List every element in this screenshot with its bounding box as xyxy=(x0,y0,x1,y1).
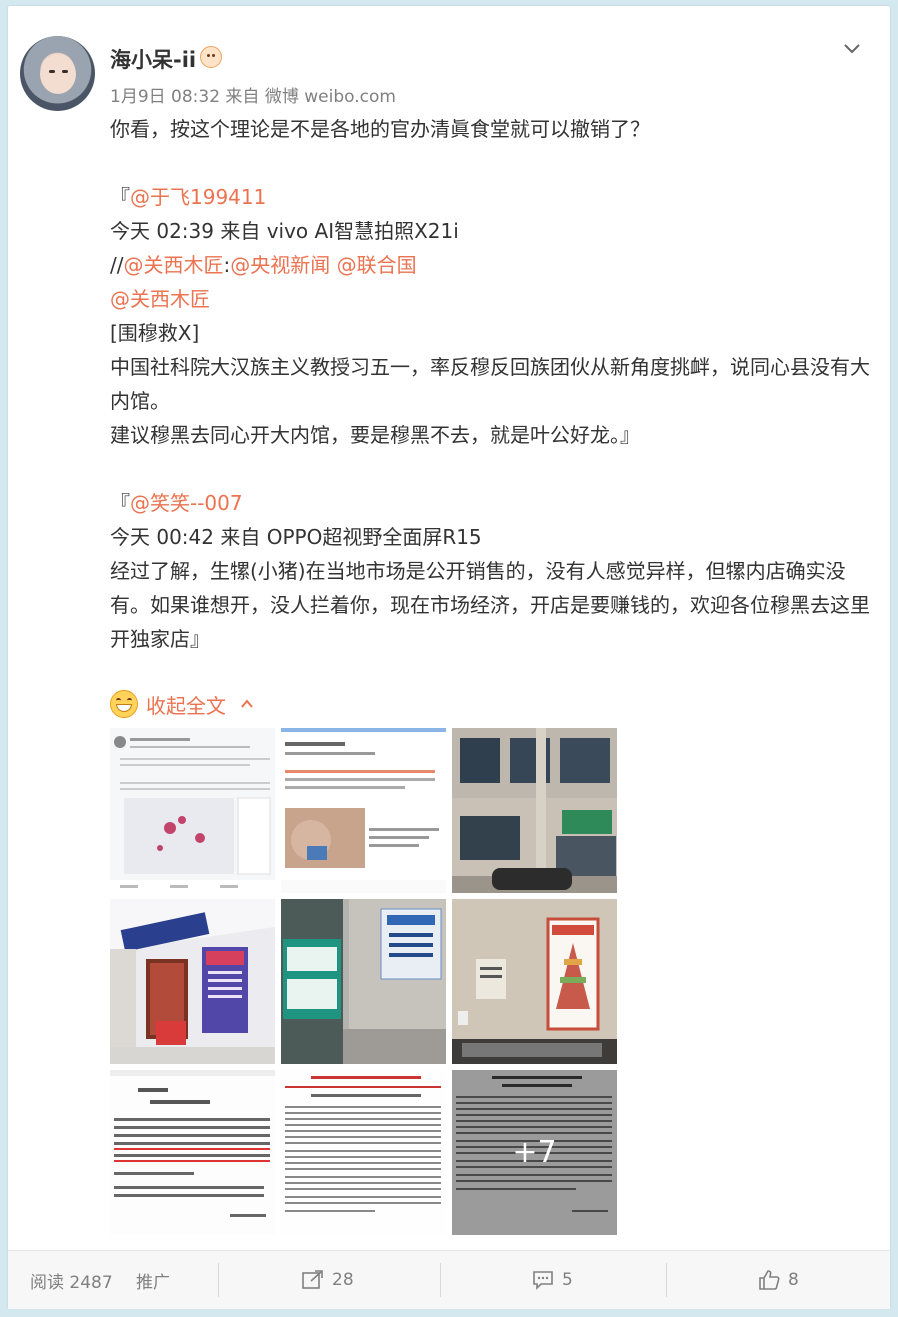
image-thumbnail[interactable] xyxy=(452,728,617,893)
repost-count: 28 xyxy=(332,1270,354,1290)
like-count: 8 xyxy=(788,1270,799,1290)
quote2-paragraph: 经过了解，生㹎(小猪)在当地市场是公开销售的，没有人感觉异样，但㹎内店确实没有。… xyxy=(110,559,870,651)
like-icon xyxy=(759,1270,780,1290)
quote1-time: 今天 02:39 来自 vivo AI智慧拍照X21i xyxy=(110,219,459,243)
image-thumbnail[interactable] xyxy=(110,728,275,893)
image-thumbnail[interactable] xyxy=(452,899,617,1064)
comment-button[interactable]: 5 xyxy=(532,1251,573,1309)
mention-link[interactable]: @笑笑--007 xyxy=(130,491,243,515)
collapse-text-button[interactable]: 收起全文 xyxy=(110,686,254,722)
quote1-tag: [围穆救X] xyxy=(110,321,200,345)
quote1-header: 『@于飞199411 xyxy=(110,185,267,209)
action-bar: 阅读 2487 推广 28 5 8 xyxy=(8,1250,890,1309)
weibo-post-card: 海小呆-ii 1月9日 08:32 来自 微博 weibo.com 你看，按这个… xyxy=(8,6,890,1309)
image-thumbnail[interactable]: +7 xyxy=(452,1070,617,1235)
mention-link[interactable]: @于飞199411 xyxy=(130,185,266,209)
image-thumbnail[interactable] xyxy=(110,899,275,1064)
post-meta: 1月9日 08:32 来自 微博 weibo.com xyxy=(110,87,396,107)
image-grid: +7 xyxy=(110,728,618,1236)
badge-icon xyxy=(200,46,222,68)
more-images-overlay[interactable]: +7 xyxy=(452,1070,617,1235)
read-count: 阅读 2487 xyxy=(30,1272,113,1293)
mention-link[interactable]: @关西木匠 xyxy=(123,253,223,277)
promote-button[interactable]: 推广 xyxy=(136,1251,170,1309)
quote1-paragraph: 中国社科院大汉族主义教授习五一，率反穆反回族团伙从新角度挑衅，说同心县没有大内馆… xyxy=(110,355,870,413)
like-button[interactable]: 8 xyxy=(758,1251,799,1309)
chevron-down-icon[interactable] xyxy=(842,38,862,58)
comment-count: 5 xyxy=(562,1270,573,1290)
username[interactable]: 海小呆-ii xyxy=(110,44,196,74)
post-text: 你看，按这个理论是不是各地的官办清眞食堂就可以撤销了？ xyxy=(110,117,650,141)
grin-emoji-icon xyxy=(110,690,138,718)
quote1-paragraph: 建议穆黑去同心开大内馆，要是穆黑不去，就是叶公好龙。』 xyxy=(110,423,640,447)
chevron-up-icon xyxy=(241,699,253,708)
image-thumbnail[interactable] xyxy=(110,1070,275,1235)
quote2-header: 『@笑笑--007 xyxy=(110,491,243,515)
post-body: 你看，按这个理论是不是各地的官办清眞食堂就可以撤销了？ 『@于飞199411 今… xyxy=(110,112,870,656)
mention-link[interactable]: @联合国 xyxy=(337,253,417,277)
repost-button[interactable]: 28 xyxy=(302,1251,354,1309)
collapse-label: 收起全文 xyxy=(146,693,226,718)
mention-link[interactable]: @央视新闻 xyxy=(230,253,330,277)
image-thumbnail[interactable] xyxy=(281,1070,446,1235)
image-thumbnail[interactable] xyxy=(281,728,446,893)
comment-icon xyxy=(533,1271,553,1290)
quote2-time: 今天 00:42 来自 OPPO超视野全面屏R15 xyxy=(110,525,482,549)
avatar[interactable] xyxy=(20,36,95,111)
image-thumbnail[interactable] xyxy=(281,899,446,1064)
repost-icon xyxy=(302,1270,323,1289)
mention-link[interactable]: @关西木匠 xyxy=(110,287,210,311)
quote1-chain: //@关西木匠:@央视新闻 @联合国 xyxy=(110,253,417,277)
